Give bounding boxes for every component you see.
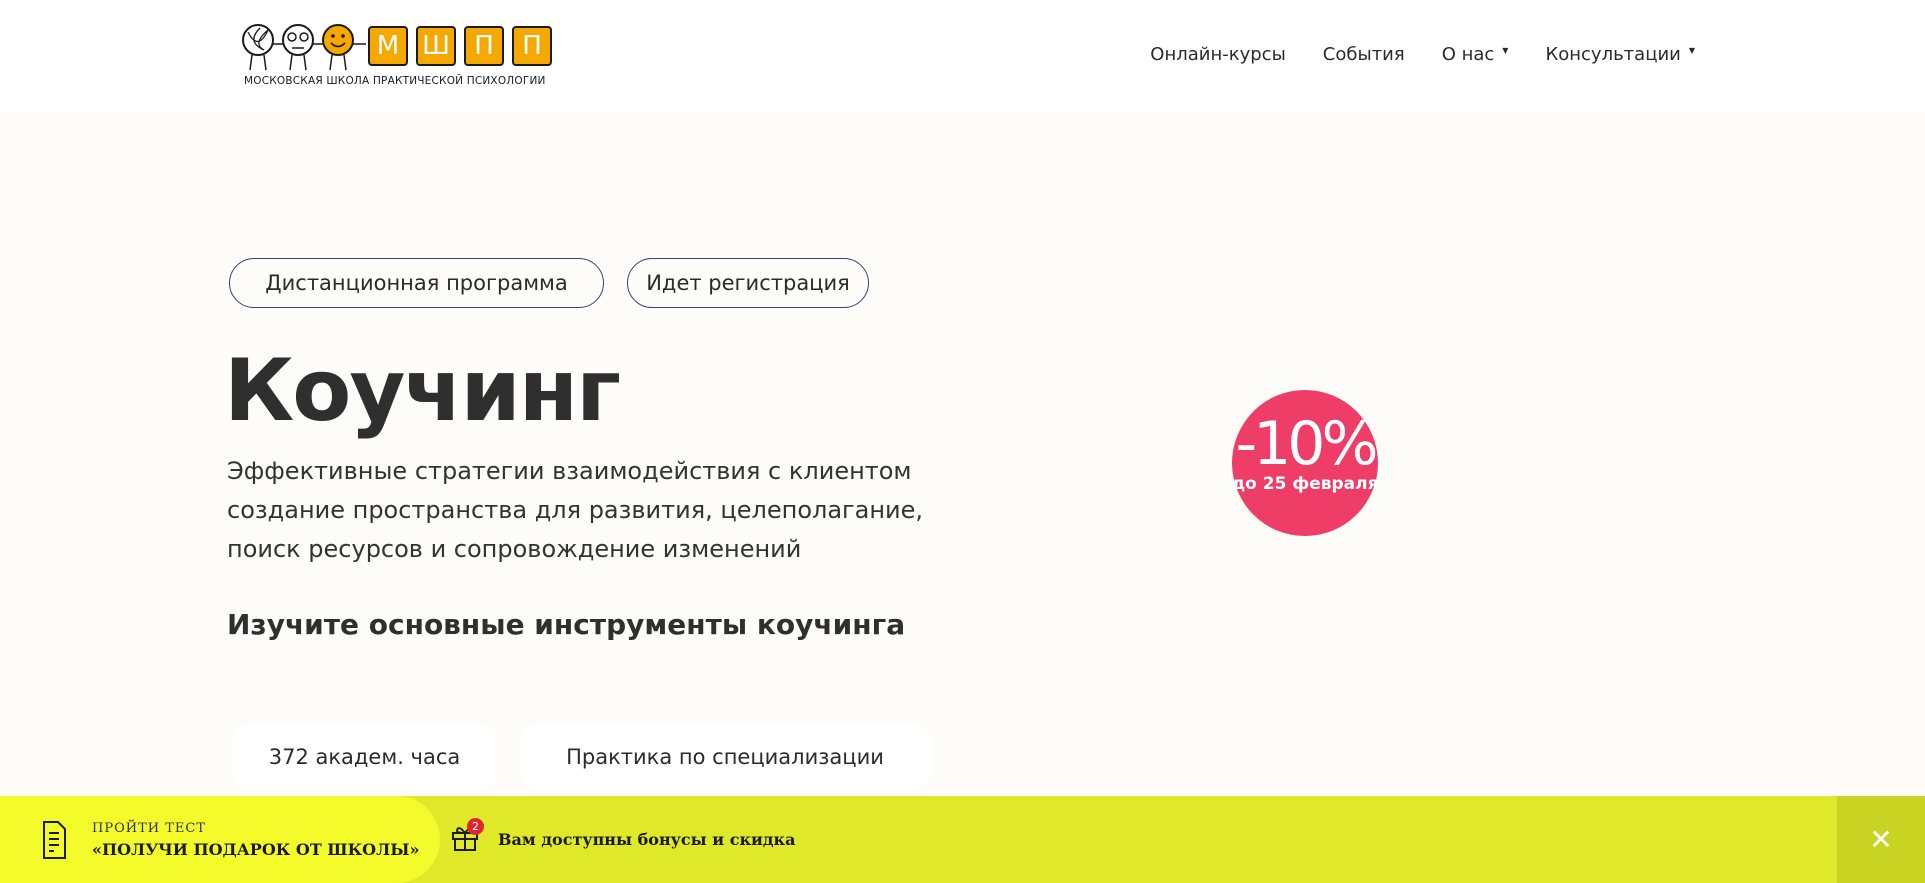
feature-practice: Практика по специализации [520, 726, 930, 788]
nav-item-label: Онлайн-курсы [1150, 44, 1286, 65]
logo-letter: П [512, 26, 552, 66]
logo-letter: П [464, 26, 504, 66]
discount-deadline: до 25 февраля [1231, 474, 1379, 494]
chip-registration-status: Идет регистрация [627, 258, 869, 308]
section-subheading: Изучите основные инструменты коучинга [227, 608, 906, 641]
nav-item-label: Консультации [1545, 44, 1681, 65]
nav-item-label: О нас [1441, 44, 1495, 65]
test-label-top: ПРОЙТИ ТЕСТ [92, 821, 206, 836]
logo-letter: М [368, 26, 408, 66]
logo-figures-icon [242, 24, 366, 71]
page-subtitle: Эффективные стратегии взаимодействия с к… [227, 457, 924, 563]
feature-hours: 372 академ. часа [232, 726, 497, 788]
logo-letter: Ш [416, 26, 456, 66]
nav-item-consultations[interactable]: Консультации ▼ [1545, 44, 1695, 65]
test-label-bottom: «ПОЛУЧИ ПОДАРОК ОТ ШКОЛЫ» [92, 840, 420, 859]
discount-badge: -10% до 25 февраля [1231, 390, 1379, 536]
bonus-text[interactable]: Вам доступны бонусы и скидка [498, 830, 795, 849]
discount-value: -10% [1235, 409, 1378, 479]
logo-caption: МОСКОВСКАЯ ШКОЛА ПРАКТИЧЕСКОЙ ПСИХОЛОГИИ [244, 75, 546, 87]
nav-item-online-courses[interactable]: Онлайн-курсы [1150, 44, 1286, 65]
close-icon[interactable]: ✕ [1837, 796, 1925, 883]
promo-bottom-bar: ПРОЙТИ ТЕСТ «ПОЛУЧИ ПОДАРОК ОТ ШКОЛЫ» 2 … [0, 796, 1925, 883]
school-logo[interactable]: М Ш П П МОСКОВСКАЯ ШКОЛА ПРАКТИЧЕСКОЙ ПС… [238, 22, 552, 90]
document-list-icon [43, 821, 66, 859]
caret-down-icon: ▼ [1502, 46, 1509, 55]
take-test-button[interactable]: ПРОЙТИ ТЕСТ «ПОЛУЧИ ПОДАРОК ОТ ШКОЛЫ» [0, 796, 440, 883]
site-header: М Ш П П МОСКОВСКАЯ ШКОЛА ПРАКТИЧЕСКОЙ ПС… [0, 0, 1925, 112]
caret-down-icon: ▼ [1688, 46, 1695, 55]
main-nav: Онлайн-курсы События О нас ▼ Консультаци… [1113, 44, 1695, 65]
page-title: Коучинг [224, 341, 621, 441]
logo-letters: М Ш П П [368, 26, 552, 66]
nav-item-events[interactable]: События [1323, 44, 1405, 65]
nav-item-about[interactable]: О нас ▼ [1442, 44, 1509, 65]
gift-count-badge: 2 [467, 818, 484, 835]
chip-program-format: Дистанционная программа [229, 258, 604, 308]
nav-item-label: События [1322, 44, 1405, 65]
